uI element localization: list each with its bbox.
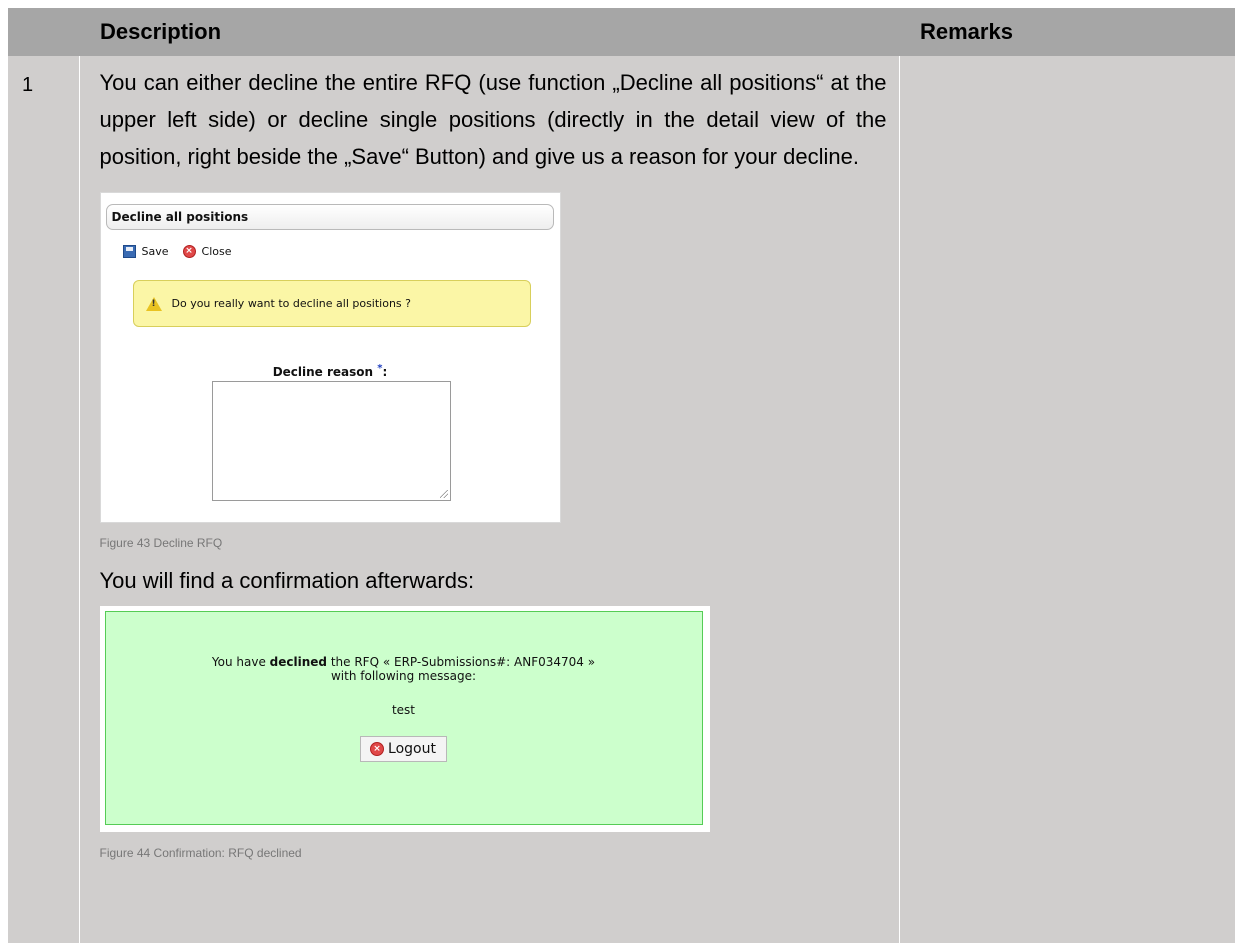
instruction-table: Description Remarks 1 You can either dec… [8,8,1235,943]
confirmation-message: test [391,703,416,717]
resize-grip-icon[interactable] [439,490,448,498]
save-button[interactable]: Save [122,245,169,258]
row-remarks-cell [899,56,1235,943]
decline-reason-text: Decline reason [272,365,378,379]
decline-reason-colon: : [382,365,388,379]
confirmation-prefix: You have [211,655,270,669]
decline-reason-label: Decline reason *: [101,363,560,379]
confirmation-screenshot: You have declined the RFQ « ERP-Submissi… [99,606,710,832]
logout-label: Logout [388,741,436,757]
figure-44-caption: Figure 44 Confirmation: RFQ declined [99,846,302,860]
header-remarks-cell: Remarks [899,8,1235,56]
warning-message-box: Do you really want to decline all positi… [132,280,531,327]
confirmation-line-1: You have declined the RFQ « ERP-Submissi… [106,655,702,669]
confirmation-rfq-ref: the RFQ « ERP-Submissions#: ANF034704 » [327,655,596,669]
decline-dialog-screenshot: Decline all positions Save × Close ! Do … [99,192,561,523]
header-number-cell [8,8,79,56]
header-description: Description [100,19,222,44]
close-label: Close [201,245,232,258]
table-header-row: Description Remarks [8,8,1235,56]
save-icon [122,245,136,258]
logout-icon: × [370,742,385,756]
close-icon: × [182,245,196,258]
header-description-cell: Description [79,8,899,56]
close-button[interactable]: × Close [182,245,232,258]
decline-reason-textarea[interactable] [211,381,451,501]
confirmation-box: You have declined the RFQ « ERP-Submissi… [104,611,703,825]
confirmation-declined-word: declined [269,655,328,669]
dialog-title: Decline all positions [105,204,554,230]
table-row: 1 You can either decline the entire RFQ … [8,56,1235,943]
figure-43-caption: Figure 43 Decline RFQ [99,536,223,550]
confirmation-paragraph: You will find a confirmation afterwards: [99,568,475,593]
row-description-cell: You can either decline the entire RFQ (u… [79,56,900,943]
save-label: Save [141,245,169,258]
warning-text: Do you really want to decline all positi… [171,297,412,310]
warning-icon [145,296,162,311]
confirmation-line-2: with following message: [330,669,476,683]
description-paragraph: You can either decline the entire RFQ (u… [99,70,887,169]
row-number: 1 [22,74,34,96]
row-number-cell: 1 [8,56,80,943]
logout-button[interactable]: × Logout [359,736,447,762]
header-remarks: Remarks [920,19,1013,44]
dialog-toolbar: Save × Close [122,245,246,258]
